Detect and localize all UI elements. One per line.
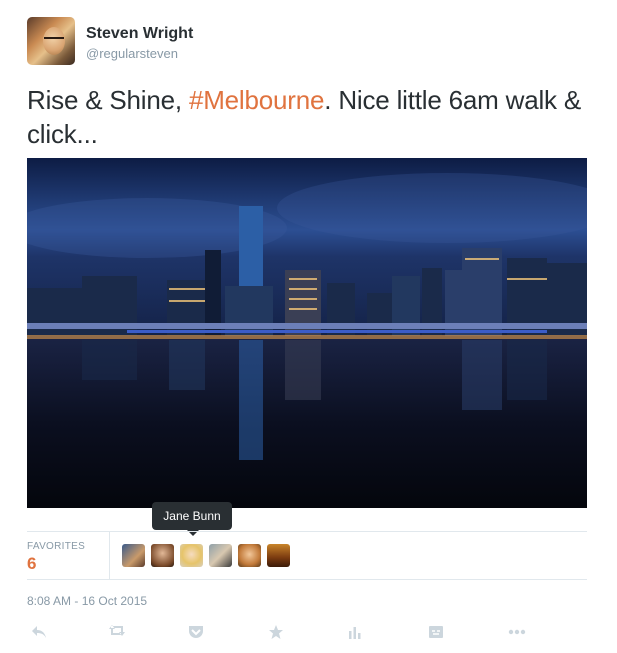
analytics-icon[interactable]: [343, 620, 367, 644]
user-tooltip: Jane Bunn: [152, 502, 232, 536]
pocket-icon[interactable]: [184, 620, 208, 644]
favorites-label: FAVORITES: [27, 541, 86, 552]
author-name[interactable]: Steven Wright: [86, 25, 193, 43]
author-avatar[interactable]: [27, 17, 75, 65]
city-skyline-image: [27, 158, 587, 508]
tweet-timestamp[interactable]: 8:08 AM - 16 Oct 2015: [27, 594, 147, 608]
stats-divider: [109, 532, 110, 579]
favoriter-avatar[interactable]: [267, 544, 290, 567]
embed-icon[interactable]: [424, 620, 448, 644]
favorites-count[interactable]: 6: [27, 554, 36, 574]
avatar-glasses: [44, 37, 64, 44]
favoriter-avatar[interactable]: [209, 544, 232, 567]
tweet-photo[interactable]: [27, 158, 587, 508]
tweet-actions: [0, 620, 617, 644]
favoriter-avatar[interactable]: [122, 544, 145, 567]
favoriter-avatars: [122, 544, 290, 567]
reply-icon[interactable]: [27, 620, 51, 644]
favoriter-avatar[interactable]: [180, 544, 203, 567]
tweet-text: Rise & Shine, #Melbourne. Nice little 6a…: [27, 83, 587, 151]
hashtag-link[interactable]: #Melbourne: [189, 85, 325, 115]
favorite-icon[interactable]: [264, 620, 288, 644]
more-icon[interactable]: [505, 620, 529, 644]
author-handle[interactable]: @regularsteven: [86, 46, 178, 61]
tweet-text-start: Rise & Shine,: [27, 85, 189, 115]
favoriter-avatar[interactable]: [238, 544, 261, 567]
favorites-stats: FAVORITES 6: [27, 531, 587, 580]
retweet-icon[interactable]: [106, 620, 130, 644]
favoriter-avatar[interactable]: [151, 544, 174, 567]
